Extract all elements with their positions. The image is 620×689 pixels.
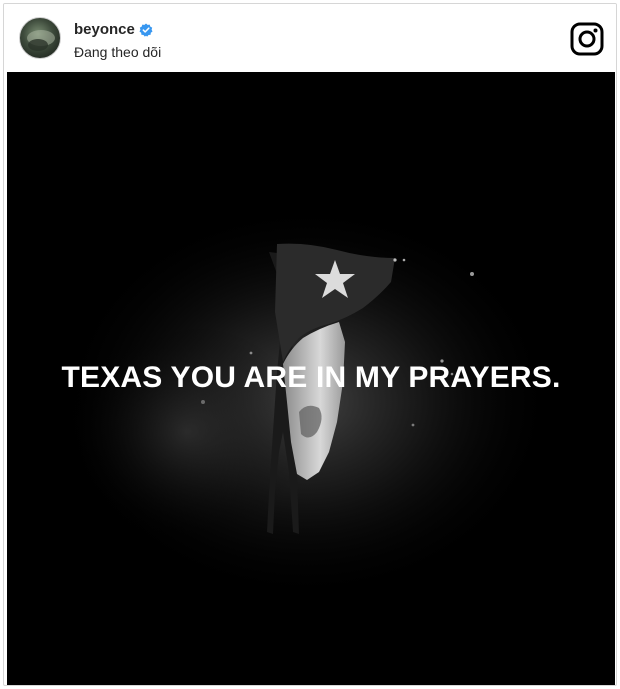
username-row: beyonce [74,20,161,40]
user-info: beyonce Đang theo dõi [74,20,161,61]
image-overlay-text: TEXAS YOU ARE IN MY PRAYERS. [61,361,561,394]
instagram-icon[interactable] [570,22,604,56]
avatar[interactable] [19,17,61,59]
verified-badge-icon [139,23,153,37]
post-image[interactable]: TEXAS YOU ARE IN MY PRAYERS. [7,72,615,685]
username-link[interactable]: beyonce [74,20,135,40]
follow-status[interactable]: Đang theo dõi [74,43,161,61]
instagram-embed: beyonce Đang theo dõi TEXAS YOU ARE IN M… [3,3,617,686]
post-header: beyonce Đang theo dõi [4,4,616,72]
